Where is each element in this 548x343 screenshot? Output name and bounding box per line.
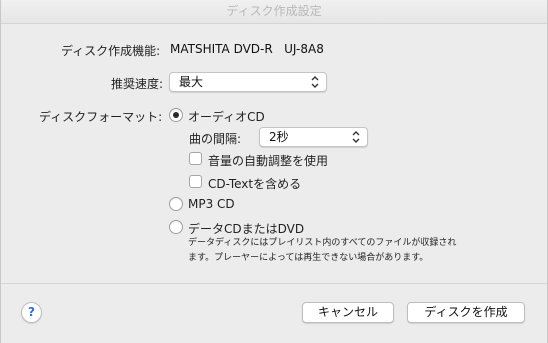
checkbox-volume-normalize-label[interactable]: 音量の自動調整を使用: [208, 152, 328, 169]
burn-settings-dialog: ディスク作成設定 ディスク作成機能: MATSHITA DVD-R UJ-8A8…: [0, 0, 548, 343]
device-value: MATSHITA DVD-R UJ-8A8: [170, 42, 324, 56]
data-disc-description: データディスクにはプレイリスト内のすべてのファイルが収録されます。プレーヤーによ…: [188, 238, 457, 263]
radio-mp3-cd[interactable]: [169, 197, 183, 211]
cancel-button[interactable]: キャンセル: [302, 302, 394, 323]
radio-data-disc-label[interactable]: データCDまたはDVD: [188, 220, 304, 237]
radio-mp3-cd-label[interactable]: MP3 CD: [188, 197, 235, 211]
checkbox-volume-normalize[interactable]: [189, 152, 202, 165]
help-button[interactable]: ?: [21, 302, 42, 323]
gap-popup-value: 2秒: [269, 130, 289, 144]
gap-label: 曲の間隔:: [189, 132, 242, 146]
gap-popup[interactable]: 2秒: [259, 127, 368, 147]
format-label: ディスクフォーマット:: [39, 110, 163, 124]
window-title: ディスク作成設定: [1, 0, 547, 24]
chevron-updown-icon: [352, 131, 360, 143]
chevron-updown-icon: [311, 76, 319, 88]
radio-audio-cd-label[interactable]: オーディオCD: [188, 108, 265, 125]
burn-button[interactable]: ディスクを作成: [407, 302, 525, 323]
footer-divider: [1, 283, 547, 284]
speed-label: 推奨速度:: [111, 77, 164, 91]
checkbox-cd-text[interactable]: [189, 175, 202, 188]
device-label: ディスク作成機能:: [61, 44, 161, 58]
speed-popup[interactable]: 最大: [169, 72, 327, 92]
help-icon: ?: [28, 305, 35, 319]
radio-audio-cd[interactable]: [169, 108, 183, 122]
speed-popup-value: 最大: [179, 75, 204, 89]
checkbox-cd-text-label[interactable]: CD-Textを含める: [208, 175, 301, 192]
radio-data-disc[interactable]: [169, 220, 183, 234]
